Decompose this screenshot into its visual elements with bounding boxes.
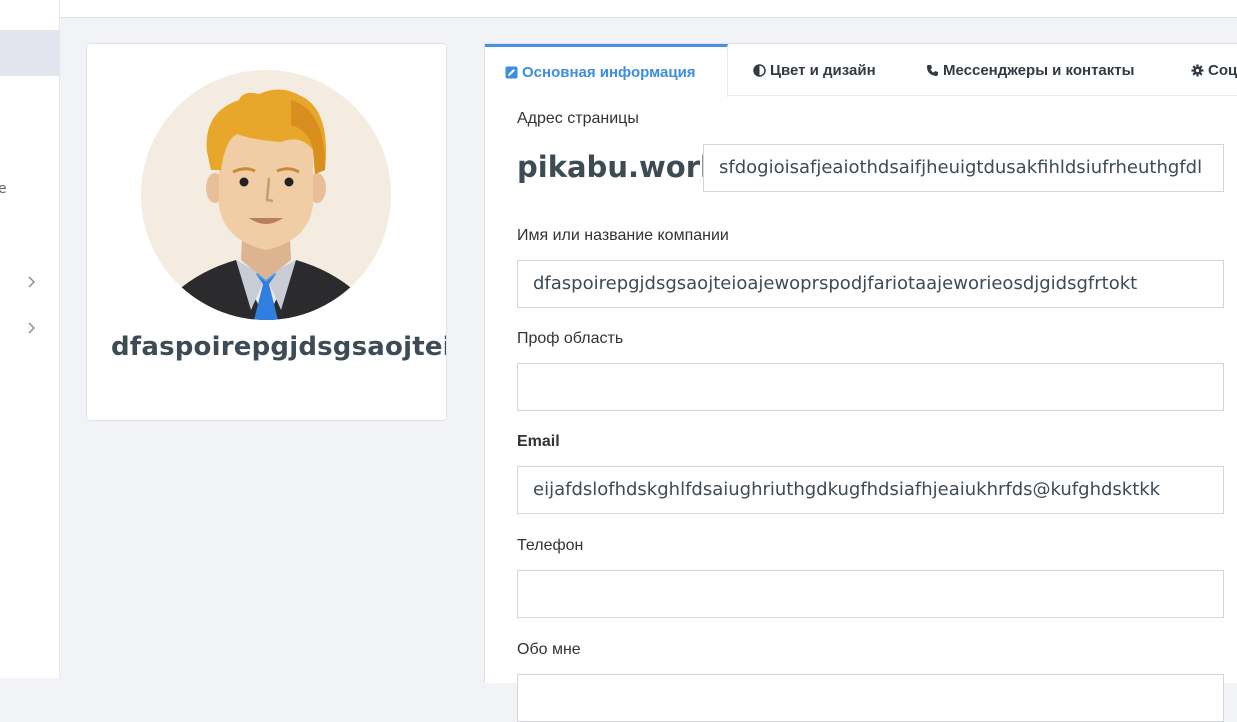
email-field[interactable]: eijafdslofhdskghlfdsaiughriuthgdkugfhdsi…: [517, 466, 1224, 514]
about-textarea[interactable]: [517, 674, 1224, 722]
edit-icon: [505, 66, 518, 79]
prof-area-input[interactable]: [517, 363, 1224, 411]
sidebar-item-label: e: [0, 181, 7, 197]
tab-color-design[interactable]: Цвет и дизайн: [753, 44, 876, 96]
tab-messengers-contacts[interactable]: Мессенджеры и контакты: [926, 44, 1134, 96]
profile-name: dfaspoirepgjdsgsaojteio: [111, 332, 447, 362]
page-address-label: Адрес страницы: [517, 110, 639, 127]
tab-label: Мессенджеры и контакты: [943, 61, 1135, 79]
profile-form-card: Основная информация Цвет и дизайн Мессен…: [484, 43, 1237, 722]
tab-label: Цвет и дизайн: [770, 61, 876, 79]
phone-input[interactable]: [517, 570, 1224, 618]
gear-icon: [1191, 64, 1204, 77]
company-name-input[interactable]: dfaspoirepgjdsgsaojteioajewoprspodjfario…: [517, 260, 1224, 308]
avatar-illustration: [141, 70, 391, 320]
prof-area-label: Проф область: [517, 330, 624, 347]
email-label: Email: [517, 433, 560, 450]
top-bar: [60, 0, 1237, 18]
phone-label: Телефон: [517, 537, 584, 554]
page-address-input[interactable]: sfdogioisafjeaiothdsaifjheuigtdusakfihld…: [703, 144, 1224, 192]
sidebar: e: [0, 0, 60, 678]
avatar[interactable]: [141, 70, 391, 320]
tab-social[interactable]: Соц: [1191, 44, 1237, 96]
chevron-right-icon[interactable]: [25, 275, 37, 289]
tab-label: Соц: [1208, 61, 1237, 79]
tab-main-info[interactable]: Основная информация: [485, 44, 728, 97]
tab-label: Основная информация: [522, 63, 696, 81]
about-label: Обо мне: [517, 641, 581, 658]
company-name-label: Имя или название компании: [517, 227, 729, 244]
tab-bar: Основная информация Цвет и дизайн Мессен…: [485, 44, 1237, 97]
domain-prefix: pikabu.work: [517, 150, 720, 184]
sidebar-item-active[interactable]: [0, 30, 60, 76]
profile-card: dfaspoirepgjdsgsaojteio: [86, 43, 447, 421]
chevron-right-icon[interactable]: [25, 321, 37, 335]
phone-icon: [926, 64, 939, 77]
contrast-icon: [753, 63, 766, 77]
